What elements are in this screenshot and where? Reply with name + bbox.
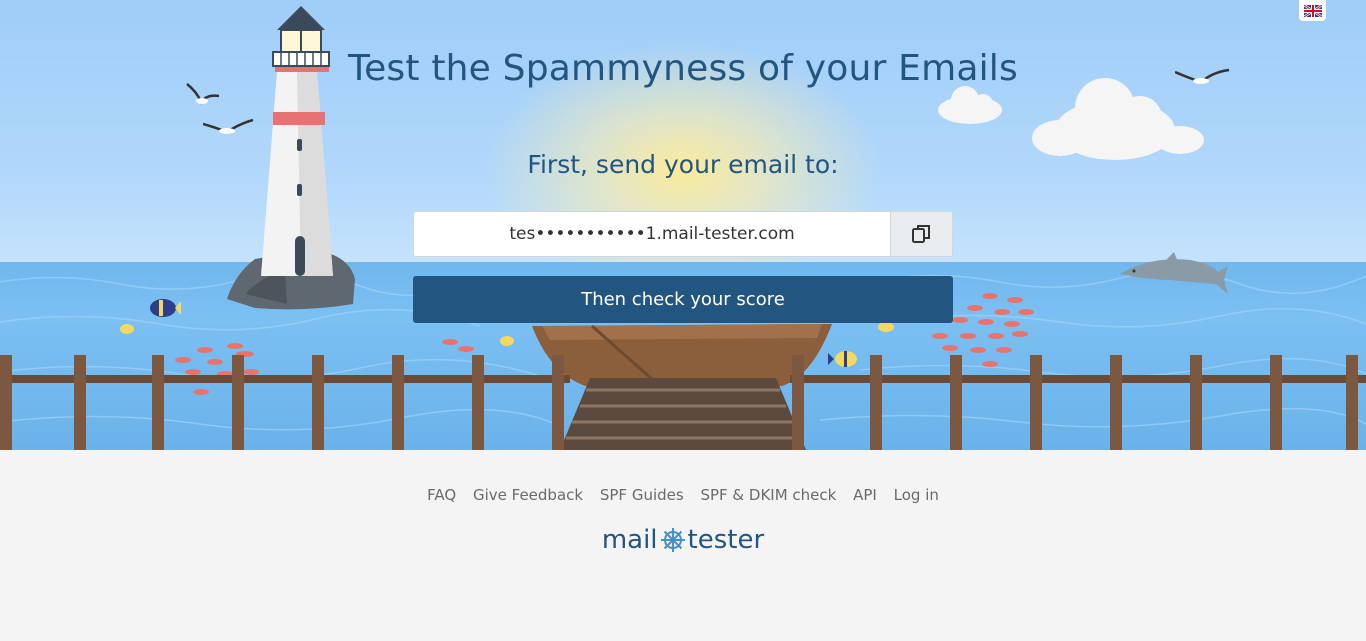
logo-text-tester: tester (687, 525, 765, 555)
footer-link-spf-dkim-check[interactable]: SPF & DKIM check (700, 486, 836, 504)
footer-link-api[interactable]: API (853, 486, 877, 504)
check-score-button[interactable]: Then check your score (413, 276, 953, 323)
dolphin (1120, 252, 1228, 294)
footer-link-give-feedback[interactable]: Give Feedback (473, 486, 583, 504)
pier-railing (0, 355, 1366, 450)
page-subtitle: First, send your email to: (527, 150, 839, 179)
copy-icon (911, 225, 930, 243)
footer-link-faq[interactable]: FAQ (427, 486, 456, 504)
logo-text-mail: mail (601, 525, 658, 555)
tropical-fish-icon (500, 336, 514, 346)
ship-wheel-icon (660, 528, 685, 552)
page-title: Test the Spammyness of your Emails (348, 48, 1018, 89)
tropical-fish-icon (120, 324, 134, 334)
hero-banner: Test the Spammyness of your Emails First… (0, 0, 1366, 450)
tropical-fish-icon (150, 299, 181, 317)
footer-link-spf-guides[interactable]: SPF Guides (600, 486, 684, 504)
test-email-address[interactable]: tes•••••••••••1.mail-tester.com (413, 211, 891, 257)
mail-tester-logo[interactable]: mail tester (0, 525, 1366, 555)
copy-button[interactable] (891, 211, 953, 257)
fish-school (442, 339, 474, 352)
uk-flag-icon (1303, 4, 1322, 17)
footer-nav: FAQ Give Feedback SPF Guides SPF & DKIM … (0, 486, 1366, 504)
language-selector[interactable] (1299, 0, 1326, 21)
footer-link-log-in[interactable]: Log in (894, 486, 939, 504)
